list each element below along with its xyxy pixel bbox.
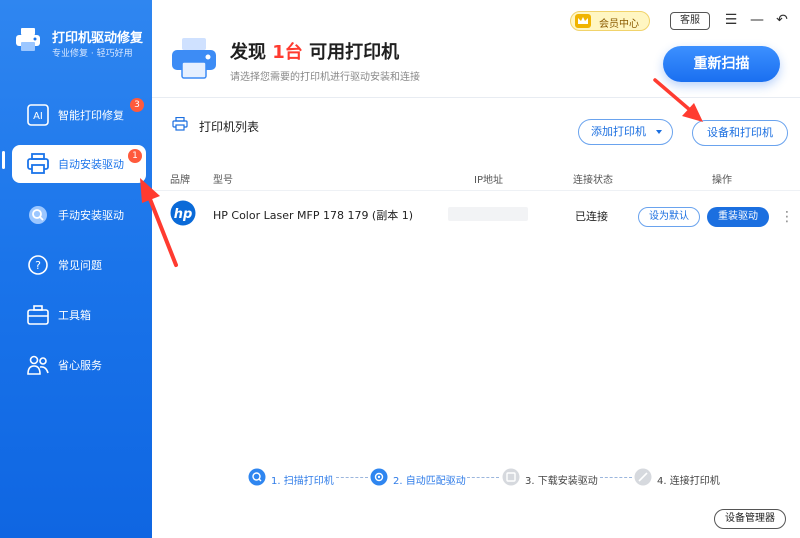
printer-list-title: 打印机列表	[199, 120, 260, 134]
devices-and-printers-button[interactable]: 设备和打印机	[692, 120, 788, 146]
sidebar-item-auto-install[interactable]: 自动安装驱动 1	[12, 145, 146, 183]
sidebar-item-toolbox[interactable]: 工具箱	[12, 296, 146, 334]
printer-illustration-icon	[172, 38, 216, 79]
sidebar: 打印机驱动修复 专业修复 · 轻巧好用 AI 智能打印修复 3 自动安装驱动 1…	[0, 0, 152, 538]
sidebar-item-label: 省心服务	[58, 359, 102, 372]
column-header-brand: 品牌	[170, 175, 190, 186]
brand: 打印机驱动修复 专业修复 · 轻巧好用	[14, 22, 152, 62]
sidebar-item-smart-repair[interactable]: AI 智能打印修复 3	[12, 96, 146, 134]
ip-address-redacted	[448, 207, 528, 221]
sidebar-item-label: 智能打印修复	[58, 109, 124, 122]
add-printer-button[interactable]: 添加打印机	[578, 119, 673, 145]
vip-label: 会员中心	[599, 19, 639, 30]
set-default-button[interactable]: 设为默认	[638, 207, 700, 227]
printer-small-icon	[172, 117, 188, 131]
vip-center-button[interactable]: 会员中心	[570, 11, 650, 31]
chevron-down-icon	[656, 130, 662, 134]
svg-text:hp: hp	[174, 207, 193, 222]
ai-icon: AI	[27, 104, 49, 126]
toolbox-icon	[27, 305, 49, 325]
rescan-button[interactable]: 重新扫描	[663, 46, 780, 82]
sidebar-item-label: 工具箱	[58, 309, 91, 322]
printer-logo-icon	[16, 28, 40, 51]
connection-status: 已连接	[575, 210, 608, 223]
step-1-label: 1. 扫描打印机	[271, 476, 334, 487]
crown-icon	[575, 14, 591, 28]
search-icon	[29, 206, 47, 224]
more-options-icon[interactable]: ⋮	[780, 206, 794, 228]
add-printer-label: 添加打印机	[591, 125, 646, 138]
connect-step-icon	[634, 468, 652, 486]
page-title: 发现 1台 可用打印机	[230, 38, 399, 64]
page-subtitle: 请选择您需要的打印机进行驱动安装和连接	[230, 72, 420, 83]
download-step-icon	[502, 468, 520, 486]
printer-icon	[27, 153, 49, 174]
svg-text:?: ?	[35, 259, 41, 272]
column-header-ip: IP地址	[474, 175, 503, 186]
hp-logo-icon: hp	[170, 200, 196, 226]
back-icon[interactable]: ↶	[773, 10, 791, 30]
reinstall-driver-button[interactable]: 重装驱动	[707, 207, 769, 227]
match-step-icon	[370, 468, 388, 486]
column-header-status: 连接状态	[573, 175, 613, 186]
active-indicator	[2, 151, 5, 169]
sidebar-item-label: 手动安装驱动	[58, 209, 124, 222]
scan-step-icon	[248, 468, 266, 486]
customer-service-button[interactable]: 客服	[670, 12, 710, 30]
sidebar-item-faq[interactable]: ? 常见问题	[12, 246, 146, 284]
badge-count: 1	[128, 149, 142, 163]
divider	[152, 97, 800, 98]
printer-count: 1台	[272, 42, 303, 63]
sidebar-item-label: 自动安装驱动	[58, 158, 124, 171]
title-suffix: 可用打印机	[302, 42, 400, 63]
svg-text:AI: AI	[33, 111, 43, 122]
step-connector	[467, 477, 499, 478]
step-connector	[336, 477, 368, 478]
brand-title: 打印机驱动修复	[52, 31, 144, 46]
arrow-to-devices-button	[653, 78, 703, 122]
step-3-label: 3. 下载安装驱动	[525, 476, 598, 487]
column-header-actions: 操作	[712, 175, 732, 186]
minimize-icon[interactable]: —	[748, 10, 766, 30]
divider	[152, 190, 800, 191]
sidebar-item-manual-install[interactable]: 手动安装驱动	[12, 196, 146, 234]
column-header-model: 型号	[213, 175, 233, 186]
printer-model: HP Color Laser MFP 178 179 (副本 1)	[213, 209, 414, 222]
brand-subtitle: 专业修复 · 轻巧好用	[52, 49, 133, 59]
device-manager-button[interactable]: 设备管理器	[714, 509, 786, 529]
sidebar-item-service[interactable]: 省心服务	[12, 346, 146, 384]
people-icon	[27, 355, 49, 375]
step-connector	[600, 477, 632, 478]
menu-icon[interactable]: ☰	[722, 10, 740, 30]
sidebar-item-label: 常见问题	[58, 259, 102, 272]
title-prefix: 发现	[230, 42, 273, 63]
badge-count: 3	[130, 98, 144, 112]
step-4-label: 4. 连接打印机	[657, 476, 720, 487]
question-icon: ?	[28, 255, 48, 275]
step-2-label: 2. 自动匹配驱动	[393, 476, 466, 487]
